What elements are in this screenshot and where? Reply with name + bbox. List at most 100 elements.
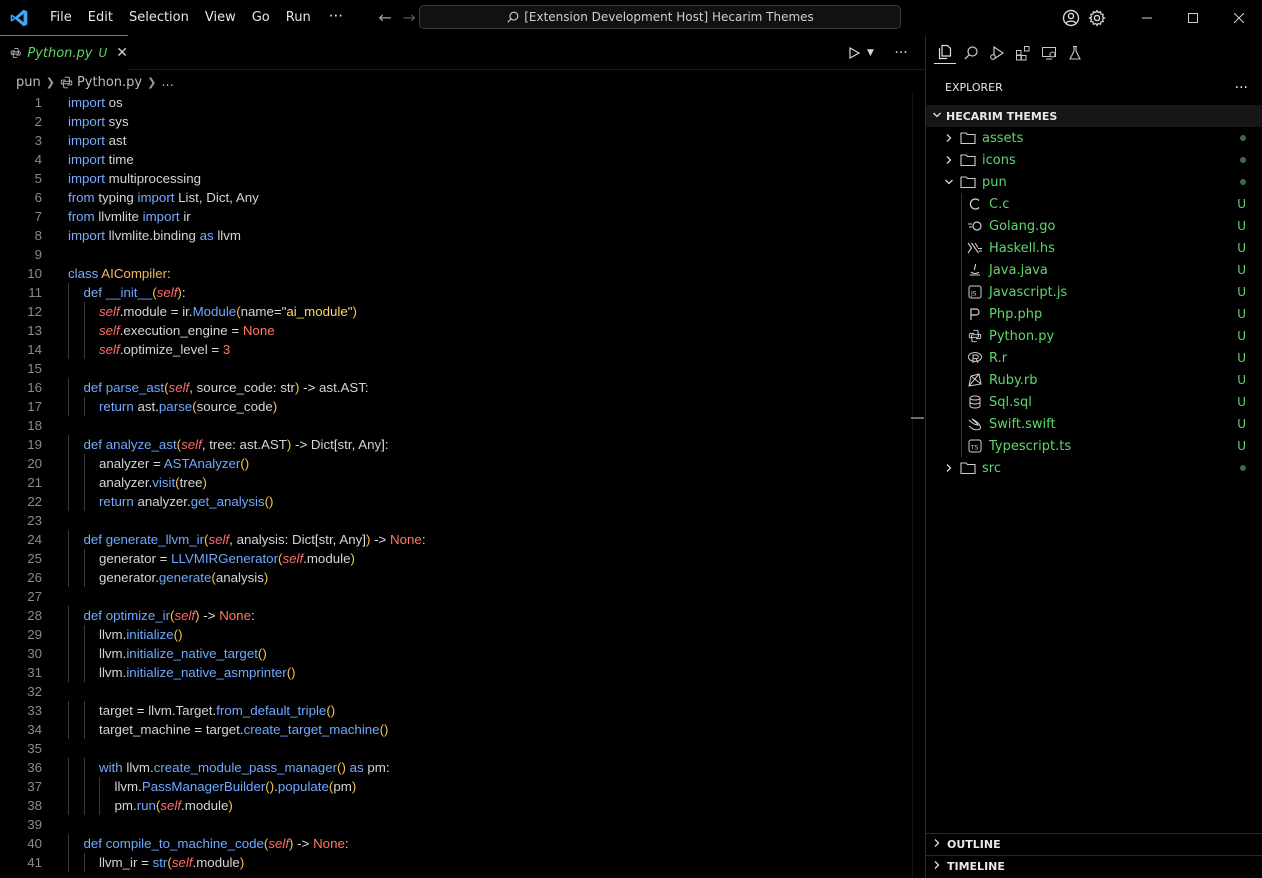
git-status-badge: U bbox=[1237, 417, 1246, 431]
more-actions-icon[interactable]: ··· bbox=[889, 45, 913, 61]
account-icon[interactable] bbox=[1058, 0, 1084, 35]
extensions-icon[interactable] bbox=[1012, 42, 1034, 64]
folder-item[interactable]: assets bbox=[926, 127, 1262, 149]
explorer-files-icon[interactable] bbox=[934, 42, 956, 64]
file-item[interactable]: C.c U bbox=[926, 193, 1262, 215]
code-line[interactable]: 37 llvm.PassManagerBuilder().populate(pm) bbox=[0, 777, 912, 796]
code-line[interactable]: 33 target = llvm.Target.from_default_trip… bbox=[0, 701, 912, 720]
code-line[interactable]: 17 return ast.parse(source_code) bbox=[0, 397, 912, 416]
code-line[interactable]: 29 llvm.initialize() bbox=[0, 625, 912, 644]
code-line[interactable]: 9 bbox=[0, 245, 912, 264]
code-line[interactable]: 10 class AICompiler: bbox=[0, 264, 912, 283]
menu-selection[interactable]: Selection bbox=[121, 0, 197, 35]
code-line[interactable]: 24 def generate_llvm_ir(self, analysis: D… bbox=[0, 530, 912, 549]
code-line[interactable]: 11 def __init__(self): bbox=[0, 283, 912, 302]
folder-item[interactable]: pun bbox=[926, 171, 1262, 193]
code-line[interactable]: 39 bbox=[0, 815, 912, 834]
code-line[interactable]: 26 generator.generate(analysis) bbox=[0, 568, 912, 587]
indent-guide bbox=[68, 758, 69, 777]
line-number: 21 bbox=[27, 475, 42, 490]
tab-python-py[interactable]: Python.py U ✕ bbox=[0, 35, 128, 70]
code-line[interactable]: 35 bbox=[0, 739, 912, 758]
maximize-button[interactable] bbox=[1170, 0, 1216, 35]
code-line[interactable]: 25 generator = LLVMIRGenerator(self.modul… bbox=[0, 549, 912, 568]
breadcrumb-file[interactable]: Python.py bbox=[77, 75, 142, 90]
code-line[interactable]: 3 import ast bbox=[0, 131, 912, 150]
code-line[interactable]: 7 from llvmlite import ir bbox=[0, 207, 912, 226]
code-line[interactable]: 23 bbox=[0, 511, 912, 530]
vscode-logo-icon[interactable] bbox=[9, 8, 29, 28]
code-line[interactable]: 31 llvm.initialize_native_asmprinter() bbox=[0, 663, 912, 682]
command-center[interactable]: [Extension Development Host] Hecarim The… bbox=[419, 5, 901, 29]
code-line[interactable]: 19 def analyze_ast(self, tree: ast.AST) -… bbox=[0, 435, 912, 454]
code-line[interactable]: 38 pm.run(self.module) bbox=[0, 796, 912, 815]
testing-flask-icon[interactable] bbox=[1064, 42, 1086, 64]
code-line[interactable]: 6 from typing import List, Dict, Any bbox=[0, 188, 912, 207]
explorer-more-icon[interactable]: ··· bbox=[1235, 80, 1248, 96]
back-arrow-icon[interactable]: ← bbox=[373, 0, 397, 35]
folder-item[interactable]: src bbox=[926, 457, 1262, 479]
editor-scrollbar[interactable] bbox=[912, 93, 924, 878]
breadcrumb-symbol[interactable]: ... bbox=[161, 75, 173, 90]
code-line[interactable]: 28 def optimize_ir(self) -> None: bbox=[0, 606, 912, 625]
close-icon[interactable]: ✕ bbox=[116, 45, 128, 61]
code-editor[interactable]: 1 import os 2 import sys 3 import ast 4 import … bbox=[0, 93, 912, 878]
code-line[interactable]: 22 return analyzer.get_analysis() bbox=[0, 492, 912, 511]
code-line[interactable]: 30 llvm.initialize_native_target() bbox=[0, 644, 912, 663]
close-window-button[interactable] bbox=[1216, 0, 1262, 35]
file-item[interactable]: TS Typescript.ts U bbox=[926, 435, 1262, 457]
code-line[interactable]: 1 import os bbox=[0, 93, 912, 112]
outline-section-header[interactable]: OUTLINE bbox=[926, 833, 1262, 855]
file-item[interactable]: Ruby.rb U bbox=[926, 369, 1262, 391]
folder-item[interactable]: icons bbox=[926, 149, 1262, 171]
code-line[interactable]: 32 bbox=[0, 682, 912, 701]
menu-view[interactable]: View bbox=[197, 0, 244, 35]
file-name: Golang.go bbox=[989, 218, 1056, 234]
file-item[interactable]: Php.php U bbox=[926, 303, 1262, 325]
code-line[interactable]: 34 target_machine = target.create_target_… bbox=[0, 720, 912, 739]
menu-edit[interactable]: Edit bbox=[80, 0, 121, 35]
workspace-section-header[interactable]: HECARIM THEMES bbox=[926, 105, 1262, 127]
breadcrumb-folder[interactable]: pun bbox=[16, 75, 41, 90]
code-text: self.optimize_level = 3 bbox=[99, 342, 231, 357]
file-item[interactable]: Swift.swift U bbox=[926, 413, 1262, 435]
code-line[interactable]: 16 def parse_ast(self, source_code: str) … bbox=[0, 378, 912, 397]
menu-run[interactable]: Run bbox=[278, 0, 319, 35]
chevron-down-icon[interactable]: ▼ bbox=[867, 48, 879, 58]
line-number: 31 bbox=[27, 665, 42, 680]
code-line[interactable]: 8 import llvmlite.binding as llvm bbox=[0, 226, 912, 245]
file-item[interactable]: Haskell.hs U bbox=[926, 237, 1262, 259]
code-line[interactable]: 14 self.optimize_level = 3 bbox=[0, 340, 912, 359]
menu-file[interactable]: File bbox=[42, 0, 80, 35]
code-text: def generate_llvm_ir(self, analysis: Dic… bbox=[83, 532, 426, 547]
code-line[interactable]: 20 analyzer = ASTAnalyzer() bbox=[0, 454, 912, 473]
file-item[interactable]: Python.py U bbox=[926, 325, 1262, 347]
forward-arrow-icon[interactable]: → bbox=[397, 0, 421, 35]
run-icon[interactable] bbox=[845, 46, 863, 59]
code-line[interactable]: 5 import multiprocessing bbox=[0, 169, 912, 188]
run-debug-icon[interactable] bbox=[986, 42, 1008, 64]
code-line[interactable]: 21 analyzer.visit(tree) bbox=[0, 473, 912, 492]
file-item[interactable]: Java.java U bbox=[926, 259, 1262, 281]
menu-more-icon[interactable]: ··· bbox=[319, 0, 353, 35]
menu-go[interactable]: Go bbox=[244, 0, 278, 35]
code-line[interactable]: 27 bbox=[0, 587, 912, 606]
file-item[interactable]: Sql.sql U bbox=[926, 391, 1262, 413]
code-line[interactable]: 18 bbox=[0, 416, 912, 435]
code-line[interactable]: 40 def compile_to_machine_code(self) -> N… bbox=[0, 834, 912, 853]
file-item[interactable]: JS Javascript.js U bbox=[926, 281, 1262, 303]
code-line[interactable]: 41 llvm_ir = str(self.module) bbox=[0, 853, 912, 872]
code-line[interactable]: 12 self.module = ir.Module(name="ai_modul… bbox=[0, 302, 912, 321]
code-line[interactable]: 36 with llvm.create_module_pass_manager()… bbox=[0, 758, 912, 777]
gear-icon[interactable] bbox=[1084, 0, 1110, 35]
minimize-button[interactable] bbox=[1124, 0, 1170, 35]
code-line[interactable]: 2 import sys bbox=[0, 112, 912, 131]
search-icon[interactable] bbox=[960, 42, 982, 64]
file-item[interactable]: Golang.go U bbox=[926, 215, 1262, 237]
timeline-section-header[interactable]: TIMELINE bbox=[926, 855, 1262, 877]
file-item[interactable]: R.r U bbox=[926, 347, 1262, 369]
code-line[interactable]: 15 bbox=[0, 359, 912, 378]
remote-explorer-icon[interactable] bbox=[1038, 42, 1060, 64]
code-line[interactable]: 4 import time bbox=[0, 150, 912, 169]
code-line[interactable]: 13 self.execution_engine = None bbox=[0, 321, 912, 340]
